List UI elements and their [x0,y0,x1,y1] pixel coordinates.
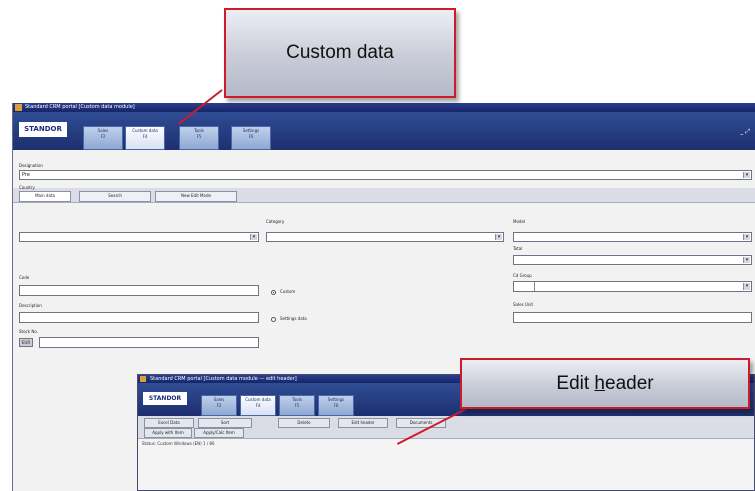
sub-tab-new-edit-mode[interactable]: New Edit Mode [155,191,237,202]
dropdown-arrow-icon[interactable]: ▾ [743,283,750,290]
description-field[interactable] [19,312,259,323]
nav-tab-tools[interactable]: Tools F5 [279,395,315,416]
app-icon [140,376,146,382]
radio-settings-data[interactable] [271,317,276,322]
nav-tab-settings[interactable]: Settings F6 [318,395,354,416]
custom-data-callout: Custom data [224,8,456,98]
dropdown-arrow-icon[interactable]: ▾ [250,234,257,240]
country-label: Country [19,185,35,190]
model-field[interactable]: ▾ [513,232,752,242]
apply-calc-item-button[interactable]: Apply/Calc Item [194,428,244,438]
sort-button[interactable]: Sort [198,418,252,428]
nav-tab-settings[interactable]: Settings F6 [231,126,271,150]
custom-data-callout-text: Custom data [286,42,394,63]
sales-unit-label: Sales Unit [513,302,534,307]
stock-label: Stock No. [19,329,38,334]
code-field[interactable] [19,285,259,296]
designation-label: Designation [19,163,43,168]
cd-group-label: Cd Group [513,273,532,278]
window-controls[interactable]: _ ⤢ [740,128,750,136]
edit-header-callout: Edit header [460,358,750,409]
total-field[interactable]: ▾ [513,255,752,265]
nav-tab-tools[interactable]: Tools F5 [179,126,219,150]
stock-field[interactable] [39,337,259,348]
radio-custom[interactable] [271,290,276,295]
window-title: Standard CRM portal [Custom data module … [150,376,297,382]
designation-field[interactable]: Pre ▾ [19,170,752,180]
nav-tab-custom-data[interactable]: Custom data F4 [125,126,165,150]
sub-tab-search[interactable]: Search [79,191,151,202]
window-title: Standard CRM portal [Custom data module] [25,104,135,110]
status-text: Status: Custom Windows (EN) 1 / 86 [142,441,215,446]
dropdown-arrow-icon[interactable]: ▾ [495,234,502,240]
edit-header-button[interactable]: Edit header [338,418,388,428]
nav-tab-custom-data[interactable]: Custom data F4 [240,395,276,416]
model-label: Model [513,219,526,224]
title-bar: Standard CRM portal [Custom data module] [13,103,755,112]
app-icon [15,104,22,111]
code-label: Code [19,275,30,280]
cd-group-field[interactable]: ▾ [513,281,752,292]
edit-header-callout-text: Edit header [556,373,654,394]
nav-tab-sales[interactable]: Sales F2 [201,395,237,416]
sales-unit-field[interactable] [513,312,752,323]
category-label: Category [266,219,285,224]
radio-settings-data-label: Settings data [280,316,307,321]
dropdown-arrow-icon[interactable]: ▾ [743,172,750,178]
dropdown-arrow-icon[interactable]: ▾ [743,234,750,240]
sub-tab-bar: Main data Search New Edit Mode [13,188,755,203]
dropdown-arrow-icon[interactable]: ▾ [743,257,750,263]
country-field[interactable]: ▾ [19,232,259,242]
total-label: Total [513,246,523,251]
delete-button[interactable]: Delete [278,418,330,428]
main-toolbar: STANDOR Sales F2 Custom data F4 Tools F5 Se… [13,112,755,150]
description-label: Description [19,303,42,308]
sub-tab-main-data[interactable]: Main data [19,191,71,202]
radio-custom-label: Custom [280,289,296,294]
apply-with-item-button[interactable]: Apply with Item [144,428,192,438]
nav-tab-sales[interactable]: Sales F2 [83,126,123,150]
category-field[interactable]: ▾ [266,232,504,242]
stock-currency-chip[interactable]: EUR [19,338,33,347]
brand-logo: STANDOR [19,122,67,137]
brand-logo: STANDOR [143,392,187,405]
excel-data-button[interactable]: Excel Data [144,418,194,428]
